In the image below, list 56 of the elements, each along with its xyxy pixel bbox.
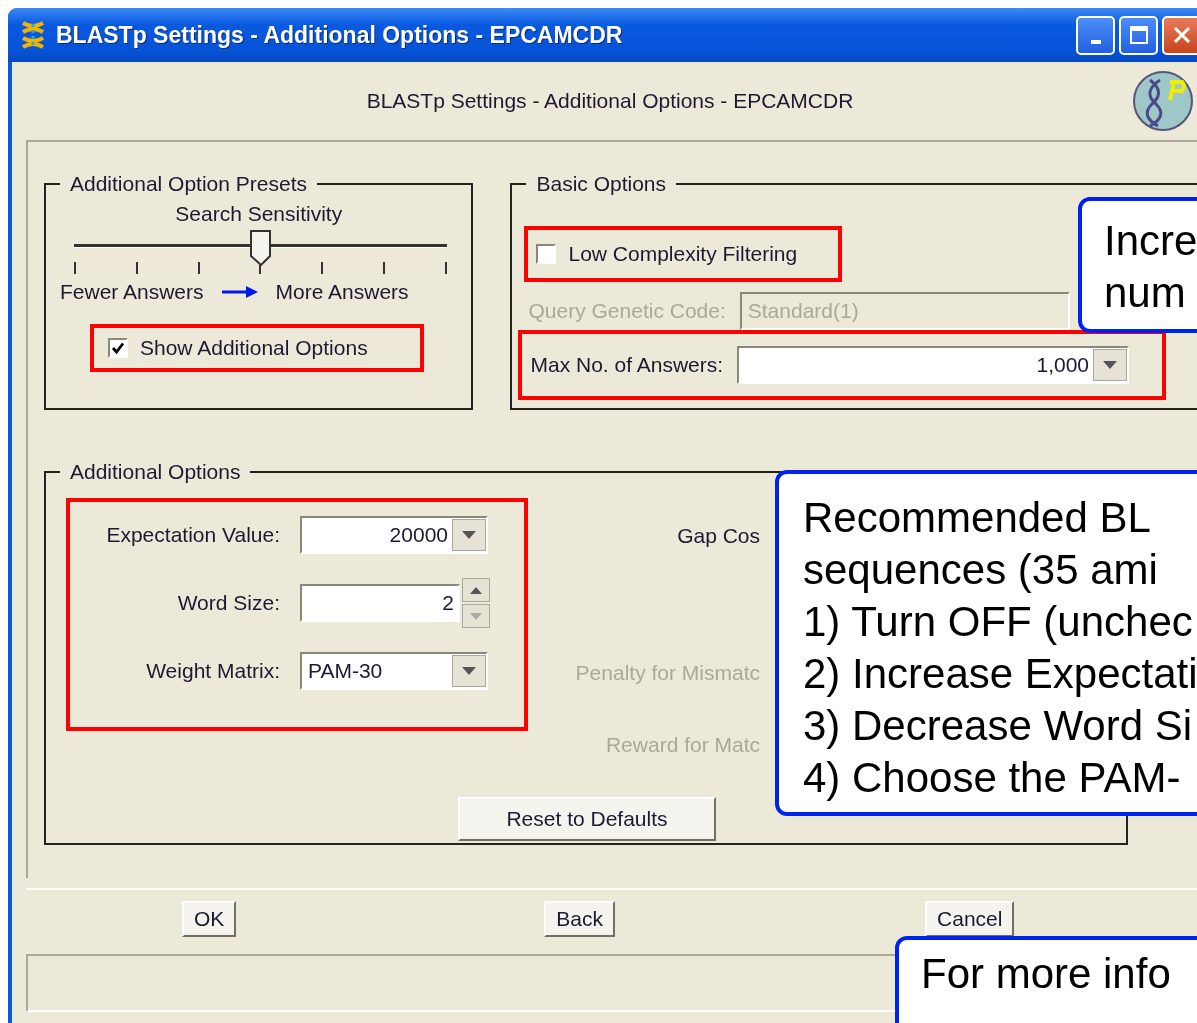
dialog-heading: BLASTp Settings - Additional Options - EPCAMCDR — [366, 89, 854, 113]
field-label: Max No. of Answers: — [530, 353, 724, 377]
dropdown-button[interactable] — [452, 519, 486, 551]
window-title: BLASTp Settings - Additional Options - EPCAMCDR — [56, 21, 624, 49]
maximize-button[interactable] — [1119, 15, 1158, 55]
field-label: Expectation Value: — [106, 523, 280, 547]
field-label: Query Genetic Code: — [528, 299, 726, 323]
spinner-field[interactable]: 2 — [300, 584, 460, 622]
callout-text: Incre — [1104, 216, 1197, 266]
callout-text: 4) Choose the PAM- — [803, 753, 1181, 803]
slider-thumb[interactable] — [249, 230, 272, 266]
callout-text: For more info — [921, 949, 1171, 999]
reset-button[interactable]: Reset to Defaults — [458, 797, 716, 841]
group-title: Additional Option Presets — [69, 172, 308, 196]
close-button[interactable] — [1162, 15, 1197, 55]
callout-text: 1) Turn OFF (unchec — [803, 597, 1193, 647]
group-title: Basic Options — [535, 172, 668, 196]
checkbox-label: Low Complexity Filtering — [568, 242, 798, 266]
checkbox-label: Show Additional Options — [140, 336, 368, 360]
sensitivity-slider[interactable] — [74, 230, 447, 268]
group-title: Additional Options — [69, 460, 242, 484]
dialog-button[interactable]: Cancel — [925, 901, 1015, 937]
right-arrow-icon — [221, 285, 258, 299]
slider-min-label: Fewer Answers — [60, 280, 204, 304]
slider-label: Search Sensitivity — [175, 202, 343, 225]
close-icon — [1171, 25, 1192, 45]
dropdown-field[interactable]: PAM-30 — [300, 652, 488, 690]
dropdown-field[interactable]: 1,000 — [737, 346, 1130, 384]
callout-text: sequences (35 ami — [803, 545, 1158, 595]
field-label: Weight Matrix: — [146, 659, 280, 683]
callout-text: 2) Increase Expectati — [803, 649, 1197, 699]
caret-icon — [462, 667, 476, 675]
caret-icon — [1103, 361, 1118, 369]
field-label: Penalty for Mismatc — [575, 661, 760, 685]
dropdown-button[interactable] — [452, 655, 486, 687]
spin-up-button[interactable] — [462, 578, 490, 602]
down-arrow-icon — [470, 612, 482, 620]
field-label: Gap Cos — [677, 524, 760, 548]
dna-logo-icon — [1132, 70, 1194, 132]
callout-text: Recommended BL — [803, 493, 1151, 543]
callout-text: 3) Decrease Word Si — [803, 701, 1193, 751]
slider-max-label: More Answers — [275, 280, 409, 304]
field-label: Word Size: — [177, 591, 280, 615]
caret-icon — [462, 531, 476, 539]
checkbox[interactable] — [108, 338, 128, 358]
callout-text: num — [1104, 268, 1186, 318]
dialog-button[interactable]: Back — [544, 901, 616, 937]
minimize-icon — [1090, 40, 1101, 44]
dropdown-field[interactable]: 20000 — [300, 516, 488, 554]
dropdown-button[interactable] — [1093, 349, 1128, 381]
field-label: Reward for Matc — [605, 733, 760, 757]
up-arrow-icon — [470, 586, 482, 594]
minimize-button[interactable] — [1076, 15, 1115, 55]
dialog-button[interactable]: OK — [182, 901, 237, 937]
checkbox[interactable] — [536, 244, 557, 264]
maximize-icon — [1128, 25, 1149, 45]
